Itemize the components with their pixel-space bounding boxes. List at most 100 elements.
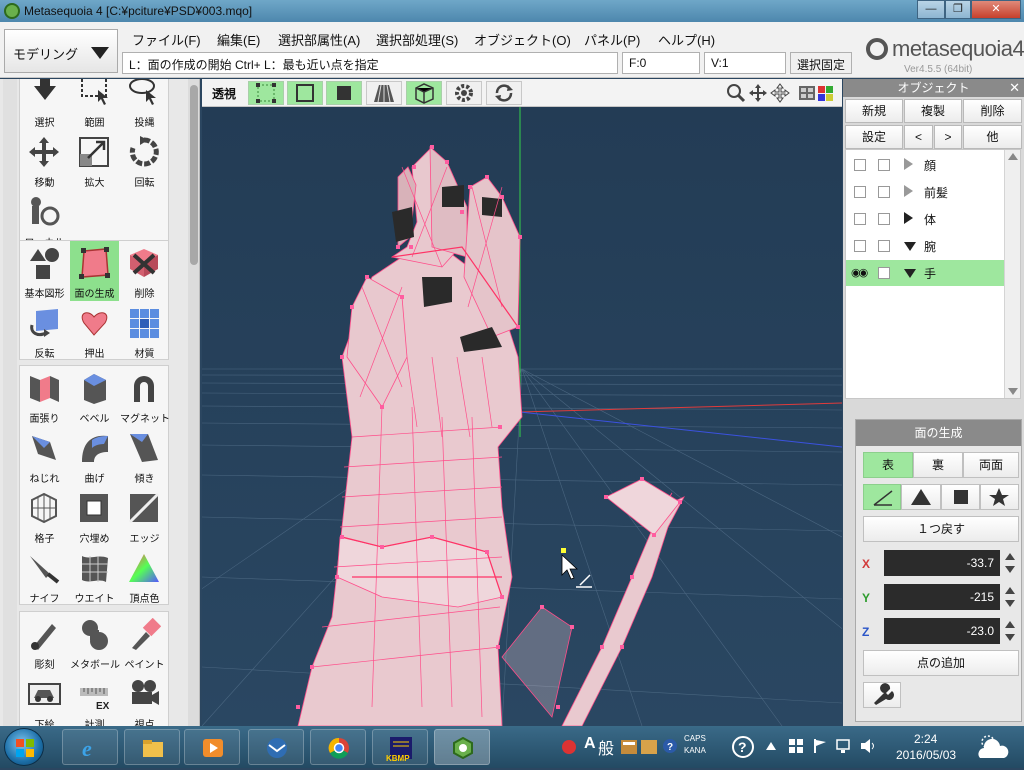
menu-object[interactable]: オブジェクト(O) bbox=[474, 30, 571, 49]
taskbar-mail[interactable] bbox=[248, 729, 304, 765]
menu-panel[interactable]: パネル(P) bbox=[584, 30, 640, 49]
volume-icon[interactable] bbox=[860, 738, 878, 754]
both-sides-tab[interactable]: 両面 bbox=[963, 452, 1019, 478]
ime-dictionary-icon[interactable] bbox=[620, 738, 638, 756]
back-side-tab[interactable]: 裏 bbox=[913, 452, 963, 478]
face-mode-button[interactable] bbox=[326, 81, 362, 105]
expand-arrow-icon[interactable] bbox=[904, 212, 913, 224]
ime-help-icon[interactable]: ? bbox=[662, 738, 678, 754]
scroll-down-icon[interactable] bbox=[1008, 388, 1018, 395]
perspective-toggle-button[interactable] bbox=[366, 81, 402, 105]
increment-icon[interactable] bbox=[1005, 553, 1015, 560]
network-icon[interactable] bbox=[836, 738, 854, 754]
delete-object-button[interactable]: 削除 bbox=[963, 99, 1022, 123]
ime-mode-indicator[interactable]: 般 bbox=[598, 735, 614, 759]
other-options-button[interactable]: 他 bbox=[963, 125, 1022, 149]
action-center-icon[interactable] bbox=[788, 738, 804, 754]
zoom-icon[interactable] bbox=[726, 83, 746, 103]
visible-eyes-icon[interactable]: ◉◉ bbox=[851, 266, 868, 279]
collapse-arrow-icon[interactable] bbox=[904, 269, 916, 278]
tool-extrude[interactable]: 押出 bbox=[70, 301, 119, 361]
tool-fill-hole[interactable]: 穴埋め bbox=[70, 486, 119, 546]
menu-selection-attr[interactable]: 選択部属性(A) bbox=[278, 30, 360, 49]
close-button[interactable]: ✕ bbox=[971, 0, 1021, 19]
tool-range[interactable]: 範囲 bbox=[70, 79, 119, 130]
x-stepper[interactable] bbox=[1004, 550, 1016, 576]
show-hidden-icons-icon[interactable] bbox=[766, 742, 776, 750]
start-button[interactable] bbox=[4, 728, 44, 766]
star-mode-button[interactable] bbox=[980, 484, 1019, 510]
object-row-face[interactable]: 顔 bbox=[846, 152, 1004, 178]
angle-mode-button[interactable] bbox=[863, 484, 901, 510]
3d-viewport[interactable]: 透視 bbox=[202, 79, 842, 726]
tool-weight[interactable]: ウエイト bbox=[70, 546, 119, 606]
object-row-body[interactable]: 体 bbox=[846, 206, 1004, 232]
visibility-checkbox[interactable] bbox=[854, 240, 866, 252]
lock-checkbox[interactable] bbox=[878, 240, 890, 252]
tool-edge[interactable]: エッジ bbox=[120, 486, 169, 546]
visibility-checkbox[interactable] bbox=[854, 159, 866, 171]
menu-selection-process[interactable]: 選択部処理(S) bbox=[376, 30, 458, 49]
object-row-hand[interactable]: ◉◉ 手 bbox=[846, 260, 1004, 286]
toolbox-scrollbar[interactable] bbox=[188, 79, 199, 726]
tool-underlay[interactable]: 下絵 bbox=[20, 672, 69, 726]
tool-bevel[interactable]: ベベル bbox=[70, 366, 119, 426]
tool-rotate[interactable]: 回転 bbox=[120, 130, 169, 190]
menu-help[interactable]: ヘルプ(H) bbox=[658, 30, 715, 49]
settings-button[interactable] bbox=[446, 81, 482, 105]
tool-twist[interactable]: ねじれ bbox=[20, 426, 69, 486]
ime-alpha-indicator[interactable]: A bbox=[584, 735, 596, 753]
refresh-button[interactable] bbox=[486, 81, 522, 105]
new-object-button[interactable]: 新規 bbox=[845, 99, 903, 123]
lock-checkbox[interactable] bbox=[878, 159, 890, 171]
decrement-icon[interactable] bbox=[1005, 600, 1015, 607]
triangle-mode-button[interactable] bbox=[901, 484, 941, 510]
taskbar-media-player[interactable] bbox=[184, 729, 240, 765]
add-point-button[interactable]: 点の追加 bbox=[863, 650, 1019, 676]
tool-face-fill[interactable]: 面張り bbox=[20, 366, 69, 426]
tool-tilt[interactable]: 傾き bbox=[120, 426, 169, 486]
tool-delete[interactable]: 削除 bbox=[120, 241, 169, 301]
move-down-button[interactable]: > bbox=[934, 125, 962, 149]
object-row-bangs[interactable]: 前髪 bbox=[846, 179, 1004, 205]
pan-icon[interactable] bbox=[748, 83, 768, 103]
tool-create-face[interactable]: 面の生成 bbox=[70, 241, 119, 301]
increment-icon[interactable] bbox=[1005, 587, 1015, 594]
ime-tools-icon[interactable] bbox=[640, 738, 658, 756]
tool-select[interactable]: 選択 bbox=[20, 79, 69, 130]
tool-sculpt[interactable]: 彫刻 bbox=[20, 612, 69, 672]
edge-mode-button[interactable] bbox=[287, 81, 323, 105]
tool-move[interactable]: 移動 bbox=[20, 130, 69, 190]
taskbar-kbmp[interactable]: KBMP bbox=[372, 729, 428, 765]
tool-lattice[interactable]: 格子 bbox=[20, 486, 69, 546]
lock-checkbox[interactable] bbox=[878, 267, 890, 279]
taskbar-explorer[interactable] bbox=[124, 729, 180, 765]
menu-edit[interactable]: 編集(E) bbox=[217, 30, 260, 49]
tool-scale[interactable]: 拡大 bbox=[70, 130, 119, 190]
z-stepper[interactable] bbox=[1004, 618, 1016, 644]
tool-vertex-color[interactable]: 頂点色 bbox=[120, 546, 169, 606]
tool-paint[interactable]: ペイント bbox=[120, 612, 169, 672]
selection-lock-button[interactable]: 選択固定 bbox=[790, 52, 852, 74]
lock-checkbox[interactable] bbox=[878, 186, 890, 198]
layout-icon[interactable] bbox=[798, 84, 834, 102]
move-up-button[interactable]: < bbox=[904, 125, 933, 149]
y-coordinate-field[interactable]: -215 bbox=[884, 584, 1000, 610]
decrement-icon[interactable] bbox=[1005, 634, 1015, 641]
collapse-arrow-icon[interactable] bbox=[904, 242, 916, 251]
tool-camera[interactable]: 視点 bbox=[120, 672, 169, 726]
3d-scene[interactable] bbox=[202, 107, 842, 726]
close-icon[interactable]: ✕ bbox=[1009, 79, 1020, 97]
menu-file[interactable]: ファイル(F) bbox=[132, 30, 201, 49]
orbit-icon[interactable] bbox=[770, 83, 790, 103]
duplicate-object-button[interactable]: 複製 bbox=[904, 99, 962, 123]
clock-time[interactable]: 2:24 bbox=[914, 732, 937, 746]
lock-checkbox[interactable] bbox=[878, 213, 890, 225]
tool-bend[interactable]: 曲げ bbox=[70, 426, 119, 486]
increment-icon[interactable] bbox=[1005, 621, 1015, 628]
expand-arrow-icon[interactable] bbox=[904, 185, 913, 197]
mode-dropdown[interactable]: モデリング bbox=[4, 29, 118, 73]
visibility-checkbox[interactable] bbox=[854, 186, 866, 198]
tool-material[interactable]: 材質 bbox=[120, 301, 169, 361]
y-stepper[interactable] bbox=[1004, 584, 1016, 610]
